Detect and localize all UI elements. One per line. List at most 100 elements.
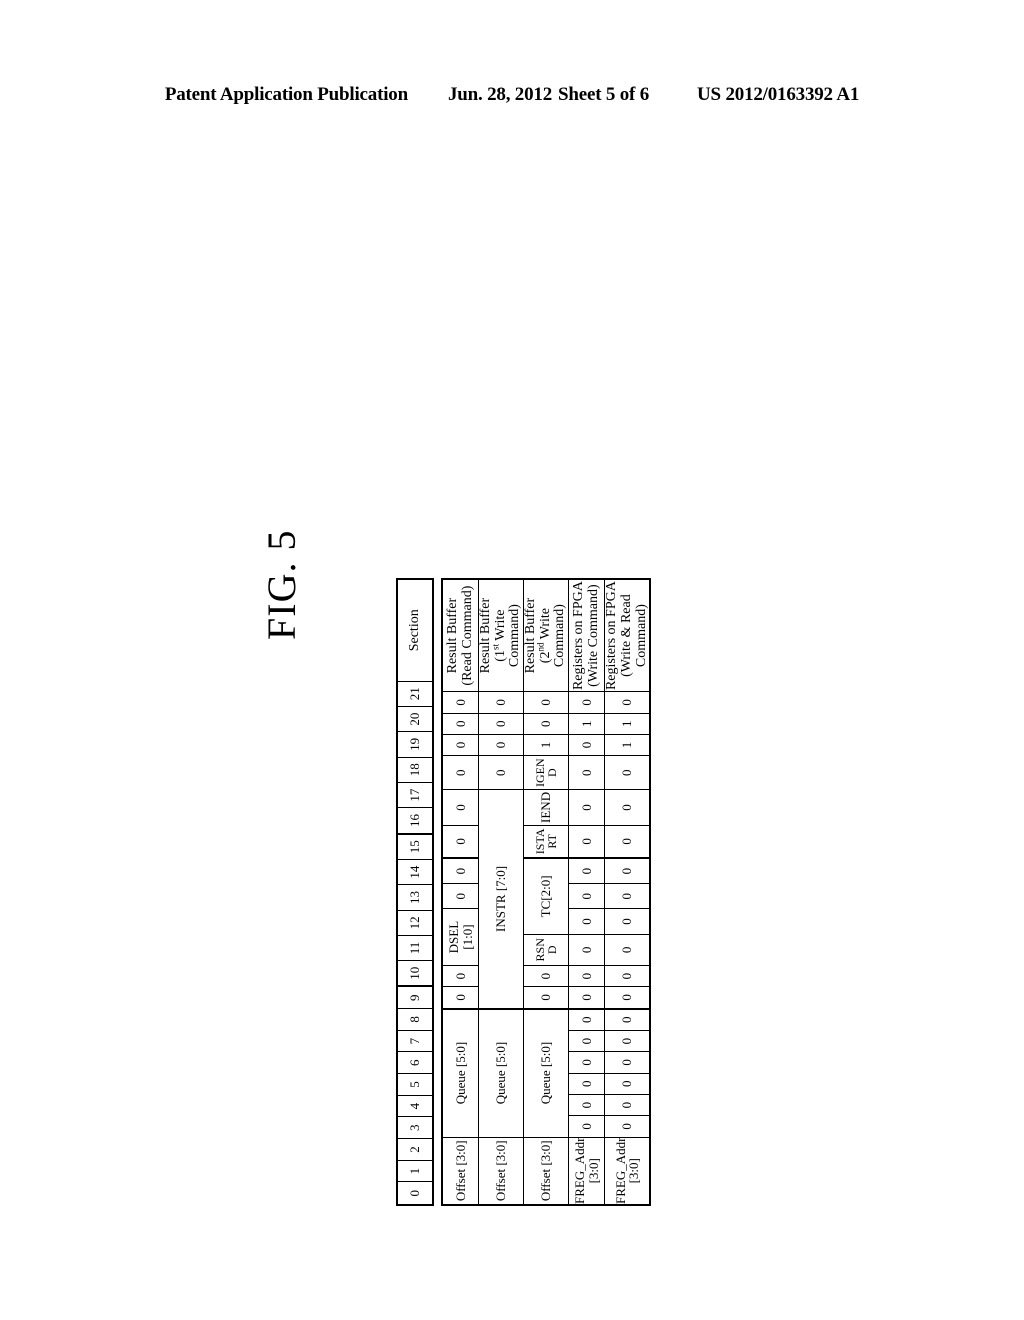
- field-cell: IEND: [523, 789, 569, 826]
- field-cell: Queue [5:0]: [442, 1008, 479, 1138]
- field-cell: 0: [568, 755, 605, 790]
- field-cell: 0: [568, 908, 605, 935]
- field-cell: 0: [568, 691, 605, 714]
- field-cell: 0: [568, 1073, 605, 1095]
- field-cell-line: D: [545, 945, 560, 955]
- field-cell: RSN D: [523, 934, 569, 966]
- field-cell-line: D: [545, 768, 560, 778]
- section-label-line2: (Read Command): [459, 585, 475, 686]
- field-cell: 0: [442, 691, 479, 714]
- field-cell: 0: [604, 691, 651, 714]
- field-cell: 0: [478, 691, 524, 714]
- section-label-line1: Registers on FPGA: [570, 581, 586, 691]
- table-row: FREG_Addr [3:0] 0 0 0 0 0 0 0 0 0 0 0 0 0 0 0 0 1 0 Registe…: [568, 579, 605, 1205]
- field-cell: 1: [523, 734, 569, 756]
- field-cell: 0: [568, 965, 605, 987]
- field-cell: 0: [568, 1030, 605, 1052]
- bit-number-cell: 2: [397, 1138, 433, 1161]
- section-label-line1: Registers on FPGA: [604, 581, 620, 691]
- field-cell: 0: [604, 1008, 651, 1031]
- bit-number-cell: 9: [397, 986, 433, 1009]
- field-cell: 0: [568, 734, 605, 756]
- section-body-table: Offset [3:0] Queue [5:0] 0 0 DSEL [1:0] 0 0 0 0 0…: [441, 578, 652, 1206]
- page-header: Patent Application Publication Jun. 28, …: [0, 84, 1024, 106]
- ordinal-suffix: nd: [535, 642, 546, 652]
- section-label-cell: Result Buffer (2nd Write Command): [523, 579, 569, 692]
- field-cell: 0: [478, 755, 524, 790]
- bit-number-cell: 5: [397, 1073, 433, 1096]
- document-number: US 2012/0163392 A1: [697, 84, 860, 105]
- field-cell: 0: [604, 1115, 651, 1138]
- bit-number-cell: 7: [397, 1030, 433, 1052]
- section-label-cell: Registers on FPGA (Write Command): [568, 579, 605, 692]
- field-cell: 0: [568, 1094, 605, 1116]
- field-cell: 0: [604, 858, 651, 884]
- field-cell: 0: [442, 883, 479, 909]
- field-cell: 0: [604, 1030, 651, 1052]
- field-cell: ISTA RT: [523, 825, 569, 859]
- field-cell: 0: [604, 1051, 651, 1074]
- field-cell: 1: [604, 713, 651, 735]
- field-cell: 0: [604, 934, 651, 966]
- bit-number-row: 0 1 2 3 4 5 6 7 8 9 10 11 12 13 14 15 16 17 18 19 20 21 Sectio…: [397, 579, 433, 1205]
- bit-number-cell: 3: [397, 1116, 433, 1139]
- field-cell: IGEN D: [523, 755, 569, 790]
- bit-number-cell: 1: [397, 1160, 433, 1182]
- field-cell: 0: [604, 986, 651, 1009]
- field-cell: 0: [478, 713, 524, 735]
- field-cell: Offset [3:0]: [523, 1137, 569, 1205]
- field-cell: 0: [568, 883, 605, 909]
- publication-title: Patent Application Publication: [164, 84, 408, 105]
- field-cell: DSEL [1:0]: [442, 908, 479, 966]
- sheet-number: Sheet 5 of 6: [558, 84, 650, 105]
- field-cell: 0: [604, 883, 651, 909]
- bit-number-cell: 0: [397, 1181, 433, 1205]
- table-row: Offset [3:0] Queue [5:0] 0 0 DSEL [1:0] 0 0 0 0 0…: [442, 579, 479, 1205]
- field-cell: 0: [568, 825, 605, 859]
- field-cell: 0: [523, 713, 569, 735]
- field-cell: Offset [3:0]: [442, 1137, 479, 1205]
- field-cell: INSTR [7:0]: [478, 789, 524, 1009]
- field-cell: Queue [5:0]: [478, 1008, 524, 1138]
- field-cell: 0: [442, 755, 479, 790]
- bit-number-header-table: 0 1 2 3 4 5 6 7 8 9 10 11 12 13 14 15 16 17 18 19 20 21 Sectio…: [396, 578, 434, 1206]
- section-label-line1: Result Buffer: [444, 597, 460, 674]
- figure-label: FIG. 5: [259, 529, 304, 640]
- field-cell: 0: [442, 858, 479, 884]
- field-cell: 0: [568, 789, 605, 826]
- bit-number-cell: 8: [397, 1008, 433, 1031]
- field-cell: FREG_Addr [3:0]: [604, 1137, 651, 1205]
- section-label-line1: Result Buffer: [523, 597, 539, 674]
- field-cell: 0: [568, 858, 605, 884]
- bit-number-cell: 4: [397, 1095, 433, 1117]
- field-cell: FREG_Addr [3:0]: [568, 1137, 605, 1205]
- field-cell: 0: [604, 965, 651, 987]
- field-cell: 0: [442, 789, 479, 826]
- publication-date: Jun. 28, 2012: [447, 84, 553, 105]
- field-cell-line: RT: [545, 834, 560, 849]
- table-row: Offset [3:0] Queue [5:0] 0 0 RSN D TC[2:0] ISTA…: [523, 579, 569, 1205]
- field-cell: 0: [478, 734, 524, 756]
- figure-table: 0 1 2 3 4 5 6 7 8 9 10 11 12 13 14 15 16 17 18 19 20 21 Sectio…: [396, 578, 652, 1206]
- section-label-line2: (Write Command): [585, 584, 601, 687]
- bit-number-cell: 18: [397, 757, 433, 783]
- field-cell: 0: [568, 986, 605, 1009]
- bit-number-cell: 6: [397, 1051, 433, 1074]
- field-cell: Queue [5:0]: [523, 1008, 569, 1138]
- field-cell: Offset [3:0]: [478, 1137, 524, 1205]
- field-cell: 0: [523, 691, 569, 714]
- section-label-line1: Result Buffer: [478, 597, 494, 674]
- bit-number-cell: 17: [397, 782, 433, 808]
- field-cell: 0: [442, 986, 479, 1009]
- field-cell: 0: [568, 934, 605, 966]
- field-cell: 0: [568, 1115, 605, 1138]
- field-cell: 0: [604, 789, 651, 826]
- bit-number-cell: 20: [397, 706, 433, 732]
- field-cell: 0: [568, 1008, 605, 1031]
- table-row: FREG_Addr [3:0] 0 0 0 0 0 0 0 0 0 0 0 0 0 0 0 1 1 0 Registe…: [604, 579, 651, 1205]
- bit-number-cell: 21: [397, 681, 433, 707]
- section-label-line2: (Write & Read Command): [618, 594, 649, 677]
- section-column-header: Section: [397, 579, 433, 682]
- field-cell: 0: [523, 986, 569, 1009]
- field-cell: 0: [604, 1094, 651, 1116]
